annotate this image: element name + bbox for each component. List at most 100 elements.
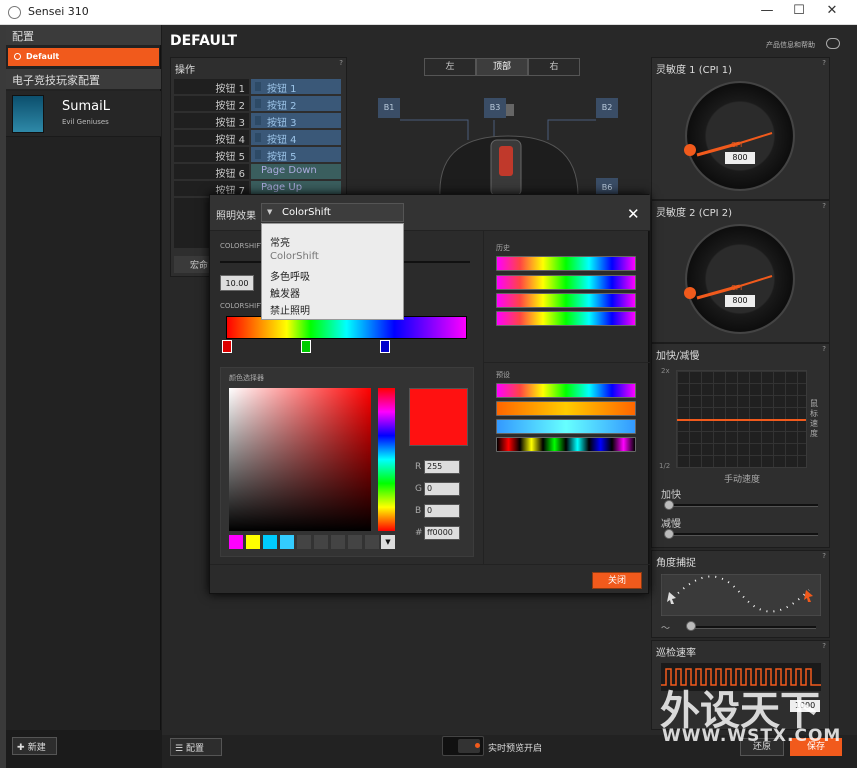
config-list-button[interactable]: ☰ 配置 [170, 738, 222, 756]
assign-label: 按钮 4 [267, 135, 297, 146]
accel-slider-knob[interactable] [664, 500, 674, 510]
preset-gradient-4[interactable] [496, 437, 636, 452]
cpi2-value[interactable]: 800 [725, 295, 755, 307]
saturation-picker[interactable] [229, 388, 371, 531]
product-info-link[interactable]: 产品信息和帮助 [766, 40, 815, 50]
menu-item-disable[interactable]: 禁止照明 [262, 300, 403, 317]
cpi-unit: CPI [731, 284, 743, 292]
history-gradient-1[interactable] [496, 256, 636, 271]
cpi-unit: CPI [731, 141, 743, 149]
dialog-close-button[interactable]: 关闭 [592, 572, 642, 589]
config-header: 配置 [6, 25, 161, 45]
help-icon[interactable]: ? [822, 345, 826, 353]
speed-input[interactable]: 10.00 [220, 275, 254, 291]
chevron-down-icon[interactable]: ▼ [381, 535, 395, 549]
assign-button-6[interactable]: Page Down [251, 164, 341, 179]
close-icon[interactable]: ✕ [627, 205, 640, 223]
swatch-icon [255, 133, 261, 142]
color-swatch[interactable] [314, 535, 328, 549]
picker-label: 颜色选择器 [229, 374, 264, 382]
menu-item-steady[interactable]: 常亮 [262, 232, 403, 249]
tab-top[interactable]: 顶部 [476, 58, 528, 76]
preset-gradient-1[interactable] [496, 383, 636, 398]
assign-button-1[interactable]: 按钮 1 [251, 79, 341, 95]
color-swatch[interactable] [365, 535, 379, 549]
help-icon[interactable]: ? [822, 552, 826, 560]
sidebar: 配置 Default 电子竞技玩家配置 SumaiL Evil Geniuses… [6, 25, 161, 768]
help-icon[interactable]: ? [339, 59, 343, 67]
dial-knob-icon[interactable] [684, 287, 696, 299]
history-gradient-2[interactable] [496, 275, 636, 290]
r-label: R [415, 462, 422, 472]
dial-needle [696, 275, 773, 300]
decel-slider-knob[interactable] [664, 529, 674, 539]
menu-item-trigger[interactable]: 触发器 [262, 283, 403, 300]
color-swatch[interactable] [297, 535, 311, 549]
gradient-stop-green[interactable] [301, 340, 311, 353]
divider [483, 231, 484, 564]
cpi1-dial[interactable]: CPI 800 [685, 81, 795, 191]
lighting-effect-menu: 常亮 ColorShift 多色呼吸 触发器 禁止照明 [261, 223, 404, 320]
hue-slider[interactable] [378, 388, 395, 531]
minimize-button[interactable]: — [750, 0, 784, 24]
color-swatch[interactable] [246, 535, 260, 549]
accel-panel: 加快/减慢 ? 2x 1/2 鼠标速度 手动速度 加快 减慢 [651, 343, 830, 548]
history-gradient-3[interactable] [496, 293, 636, 308]
color-swatch[interactable] [331, 535, 345, 549]
tab-right[interactable]: 右 [528, 58, 580, 76]
assign-button-3[interactable]: 按钮 3 [251, 113, 341, 129]
accel-curve [677, 419, 806, 421]
dial-needle [696, 132, 773, 157]
decel-slider-track[interactable] [666, 533, 818, 536]
view-tabs: 左 顶部 右 [424, 58, 580, 76]
maximize-button[interactable]: ☐ [782, 0, 816, 24]
watermark-url: WWW.WSTX.COM [662, 726, 842, 746]
assign-button-4[interactable]: 按钮 4 [251, 130, 341, 146]
hex-input[interactable]: ff0000 [424, 526, 460, 540]
color-swatch[interactable] [348, 535, 362, 549]
cpi2-dial[interactable]: CPI 800 [685, 224, 795, 334]
accel-slider-track[interactable] [666, 504, 818, 507]
button-row-1: 按钮 1 [174, 79, 249, 95]
tab-left[interactable]: 左 [424, 58, 476, 76]
button-row-2: 按钮 2 [174, 96, 249, 112]
history-gradient-4[interactable] [496, 311, 636, 326]
g-input[interactable]: 0 [424, 482, 460, 496]
live-preview-label: 实时预览开启 [488, 744, 543, 754]
new-config-label: 新建 [27, 743, 46, 753]
menu-item-colorshift[interactable]: ColorShift [262, 249, 403, 266]
color-swatch[interactable] [280, 535, 294, 549]
color-swatch[interactable] [229, 535, 243, 549]
assign-button-5[interactable]: 按钮 5 [251, 147, 341, 163]
help-icon[interactable]: ? [822, 59, 826, 67]
sidebar-item-default[interactable]: Default [8, 48, 159, 66]
lighting-effect-select[interactable]: ▼ ColorShift [261, 203, 404, 222]
cpi1-value[interactable]: 800 [725, 152, 755, 164]
angle-slider-track[interactable] [688, 626, 816, 629]
preset-gradient-2[interactable] [496, 401, 636, 416]
accel-label: 加快 [661, 490, 681, 501]
lighting-dialog: 照明效果 ▼ ColorShift ✕ COLORSHIFT 10.00 COL… [209, 194, 650, 594]
dial-knob-icon[interactable] [684, 144, 696, 156]
current-color-swatch [409, 388, 468, 446]
player-name: SumaiL [62, 99, 110, 114]
swatch-row [229, 535, 389, 551]
preset-gradient-3[interactable] [496, 419, 636, 434]
pro-player-item[interactable]: SumaiL Evil Geniuses [6, 91, 161, 137]
help-icon[interactable]: ? [822, 642, 826, 650]
new-config-button[interactable]: ✚ 新建 [12, 737, 57, 755]
b-input[interactable]: 0 [424, 504, 460, 518]
gradient-stop-blue[interactable] [380, 340, 390, 353]
r-input[interactable]: 255 [424, 460, 460, 474]
color-swatch[interactable] [263, 535, 277, 549]
gradient-stop-red[interactable] [222, 340, 232, 353]
live-preview-toggle[interactable] [442, 736, 484, 756]
close-window-button[interactable]: ✕ [815, 0, 849, 24]
angle-slider-knob[interactable] [686, 621, 696, 631]
macro-button[interactable]: 宏命 [174, 256, 214, 273]
menu-item-multi-breathe[interactable]: 多色呼吸 [262, 266, 403, 283]
help-icon[interactable] [826, 38, 840, 49]
sidebar-item-label: Default [26, 52, 60, 61]
help-icon[interactable]: ? [822, 202, 826, 210]
assign-button-2[interactable]: 按钮 2 [251, 96, 341, 112]
